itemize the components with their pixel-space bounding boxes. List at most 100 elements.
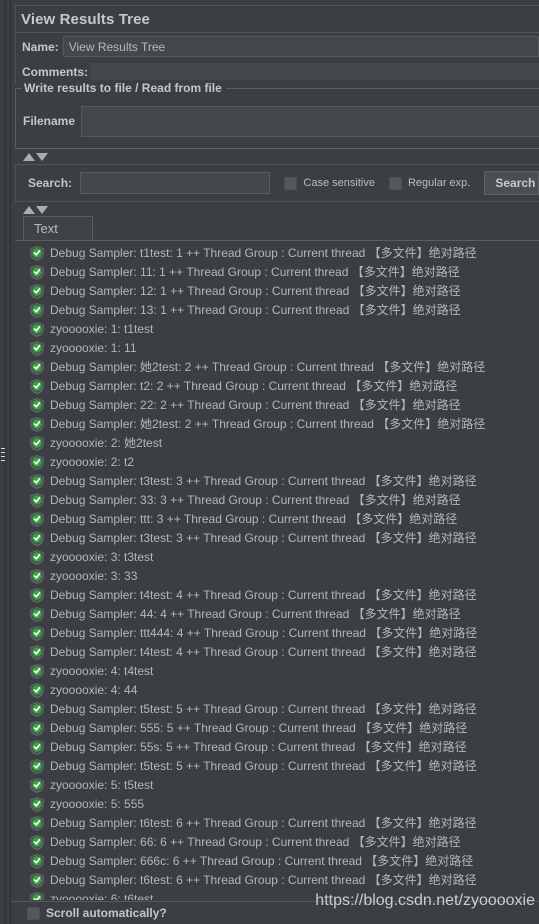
- tree-row-label: zyooooxie: 3: t3test: [50, 550, 154, 564]
- search-input[interactable]: [80, 172, 271, 194]
- tree-row-label: Debug Sampler: t6test: 6 ++ Thread Group…: [50, 873, 477, 887]
- tree-row-label: Debug Sampler: 33: 3 ++ Thread Group : C…: [50, 493, 461, 507]
- comments-input[interactable]: [90, 63, 539, 80]
- tree-row-label: Debug Sampler: 她2test: 2 ++ Thread Group…: [50, 417, 486, 431]
- collapse-arrows-search-section[interactable]: [23, 205, 49, 215]
- tree-row-label: zyooooxie: 5: 555: [50, 797, 145, 811]
- case-sensitive-checkbox[interactable]: [284, 176, 298, 190]
- triangle-down-icon: [36, 206, 48, 214]
- tree-row[interactable]: Debug Sampler: ttt: 3 ++ Thread Group : …: [11, 510, 528, 529]
- green-shield-check-icon: [30, 493, 44, 508]
- view-results-tree-window: View Results Tree Name: View Results Tre…: [0, 0, 539, 924]
- green-shield-check-icon: [30, 550, 44, 565]
- green-shield-check-icon: [30, 512, 44, 527]
- tree-row[interactable]: Debug Sampler: 11: 1 ++ Thread Group : C…: [11, 263, 528, 282]
- green-shield-check-icon: [30, 797, 44, 812]
- green-shield-check-icon: [30, 284, 44, 299]
- triangle-down-icon: [36, 153, 48, 161]
- green-shield-check-icon: [30, 854, 44, 869]
- name-input[interactable]: View Results Tree: [62, 36, 539, 57]
- tree-row[interactable]: zyooooxie: 1: t1test: [11, 320, 528, 339]
- write-results-group-title: Write results to file / Read from file: [22, 81, 226, 95]
- tree-row-label: Debug Sampler: t5test: 5 ++ Thread Group…: [50, 759, 477, 773]
- tree-row[interactable]: Debug Sampler: t3test: 3 ++ Thread Group…: [11, 472, 528, 491]
- tree-row[interactable]: zyooooxie: 5: t5test: [11, 776, 528, 795]
- name-row: Name: View Results Tree: [16, 34, 539, 59]
- tree-row[interactable]: Debug Sampler: 22: 2 ++ Thread Group : C…: [11, 396, 528, 415]
- tree-row[interactable]: Debug Sampler: t4test: 4 ++ Thread Group…: [11, 643, 528, 662]
- tree-row-label: Debug Sampler: ttt: 3 ++ Thread Group : …: [50, 512, 458, 526]
- page-title: View Results Tree: [21, 10, 150, 28]
- search-button[interactable]: Search: [484, 171, 539, 195]
- tree-row[interactable]: zyooooxie: 2: t2: [11, 453, 528, 472]
- tree-row[interactable]: Debug Sampler: t2: 2 ++ Thread Group : C…: [11, 377, 528, 396]
- tree-row-label: Debug Sampler: t4test: 4 ++ Thread Group…: [50, 588, 477, 602]
- tree-row-label: zyooooxie: 4: t4test: [50, 664, 154, 678]
- tree-row[interactable]: Debug Sampler: 33: 3 ++ Thread Group : C…: [11, 491, 528, 510]
- tree-row[interactable]: Debug Sampler: 她2test: 2 ++ Thread Group…: [11, 358, 528, 377]
- green-shield-check-icon: [30, 702, 44, 717]
- tree-row[interactable]: Debug Sampler: t4test: 4 ++ Thread Group…: [11, 586, 528, 605]
- tree-row[interactable]: zyooooxie: 6: t6test: [11, 890, 528, 900]
- tree-row[interactable]: zyooooxie: 1: 11: [11, 339, 528, 358]
- green-shield-check-icon: [30, 322, 44, 337]
- tree-row-label: zyooooxie: 3: 33: [50, 569, 138, 583]
- tree-row[interactable]: Debug Sampler: 55s: 5 ++ Thread Group : …: [11, 738, 528, 757]
- green-shield-check-icon: [30, 474, 44, 489]
- tree-row[interactable]: zyooooxie: 4: t4test: [11, 662, 528, 681]
- tree-row[interactable]: Debug Sampler: t6test: 6 ++ Thread Group…: [11, 814, 528, 833]
- regular-exp-checkbox[interactable]: [388, 176, 402, 190]
- green-shield-check-icon: [30, 721, 44, 736]
- tree-row[interactable]: Debug Sampler: 66: 6 ++ Thread Group : C…: [11, 833, 528, 852]
- tree-row-label: zyooooxie: 1: t1test: [50, 322, 154, 336]
- scroll-automatically-checkbox[interactable]: [27, 906, 40, 920]
- tree-row[interactable]: Debug Sampler: 666c: 6 ++ Thread Group :…: [11, 852, 528, 871]
- filename-input[interactable]: [81, 105, 539, 137]
- tree-row[interactable]: Debug Sampler: 44: 4 ++ Thread Group : C…: [11, 605, 528, 624]
- tree-row[interactable]: zyooooxie: 2: 她2test: [11, 434, 528, 453]
- green-shield-check-icon: [30, 531, 44, 546]
- tree-row[interactable]: zyooooxie: 5: 555: [11, 795, 528, 814]
- tree-row[interactable]: Debug Sampler: 13: 1 ++ Thread Group : C…: [11, 301, 528, 320]
- green-shield-check-icon: [30, 778, 44, 793]
- scroll-automatically-label: Scroll automatically?: [46, 906, 167, 920]
- tab-text[interactable]: Text: [23, 216, 93, 241]
- tree-row-label: zyooooxie: 6: t6test: [50, 892, 154, 900]
- tree-row[interactable]: zyooooxie: 4: 44: [11, 681, 528, 700]
- green-shield-check-icon: [30, 645, 44, 660]
- tree-row[interactable]: Debug Sampler: t6test: 6 ++ Thread Group…: [11, 871, 528, 890]
- tree-row-label: Debug Sampler: 13: 1 ++ Thread Group : C…: [50, 303, 461, 317]
- tree-row-label: zyooooxie: 2: 她2test: [50, 436, 163, 450]
- tree-row[interactable]: zyooooxie: 3: t3test: [11, 548, 528, 567]
- tree-row-label: Debug Sampler: 66: 6 ++ Thread Group : C…: [50, 835, 461, 849]
- green-shield-check-icon: [30, 873, 44, 888]
- tree-row[interactable]: Debug Sampler: 555: 5 ++ Thread Group : …: [11, 719, 528, 738]
- tree-row-label: Debug Sampler: 44: 4 ++ Thread Group : C…: [50, 607, 461, 621]
- green-shield-check-icon: [30, 360, 44, 375]
- tree-row-label: Debug Sampler: t3test: 3 ++ Thread Group…: [50, 474, 477, 488]
- tree-row[interactable]: Debug Sampler: t3test: 3 ++ Thread Group…: [11, 529, 528, 548]
- tree-row[interactable]: Debug Sampler: 12: 1 ++ Thread Group : C…: [11, 282, 528, 301]
- comments-label: Comments:: [22, 64, 89, 79]
- tree-row-label: Debug Sampler: 她2test: 2 ++ Thread Group…: [50, 360, 486, 374]
- search-label: Search:: [28, 176, 73, 190]
- case-sensitive-checkbox-group[interactable]: Case sensitive: [284, 176, 375, 190]
- results-tree-list[interactable]: Debug Sampler: t1test: 1 ++ Thread Group…: [11, 244, 528, 900]
- tree-row[interactable]: Debug Sampler: 她2test: 2 ++ Thread Group…: [11, 415, 528, 434]
- tree-row-label: Debug Sampler: t3test: 3 ++ Thread Group…: [50, 531, 477, 545]
- search-toolbar: Search: Case sensitive Regular exp. Sear…: [15, 164, 539, 202]
- tree-row-label: Debug Sampler: 666c: 6 ++ Thread Group :…: [50, 854, 474, 868]
- tree-row[interactable]: Debug Sampler: ttt444: 4 ++ Thread Group…: [11, 624, 528, 643]
- split-pane-drag-handle[interactable]: [1, 448, 6, 468]
- tree-row[interactable]: Debug Sampler: t1test: 1 ++ Thread Group…: [11, 244, 528, 263]
- green-shield-check-icon: [30, 664, 44, 679]
- tree-row-label: Debug Sampler: t5test: 5 ++ Thread Group…: [50, 702, 477, 716]
- tree-row[interactable]: Debug Sampler: t5test: 5 ++ Thread Group…: [11, 757, 528, 776]
- tree-row[interactable]: Debug Sampler: t5test: 5 ++ Thread Group…: [11, 700, 528, 719]
- green-shield-check-icon: [30, 740, 44, 755]
- collapse-arrows-file-section[interactable]: [23, 152, 49, 162]
- tree-row[interactable]: zyooooxie: 3: 33: [11, 567, 528, 586]
- tree-row-label: zyooooxie: 1: 11: [50, 341, 137, 355]
- regular-exp-checkbox-group[interactable]: Regular exp.: [388, 176, 470, 190]
- panel-titlebar: View Results Tree: [15, 5, 539, 33]
